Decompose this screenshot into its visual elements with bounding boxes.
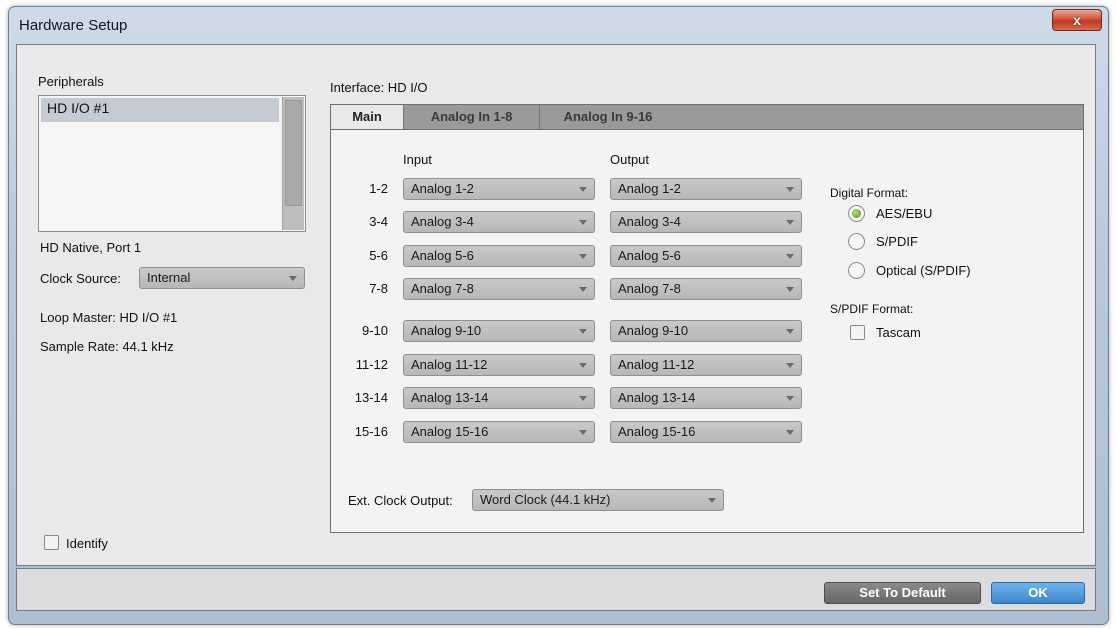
window-title: Hardware Setup bbox=[19, 17, 128, 34]
input-select[interactable]: Analog 7-8 bbox=[403, 278, 595, 300]
tascam-checkbox[interactable] bbox=[850, 325, 865, 340]
ok-button[interactable]: OK bbox=[991, 582, 1085, 604]
radio-spdif[interactable] bbox=[848, 233, 865, 250]
chevron-down-icon bbox=[579, 396, 587, 401]
output-select-value: Analog 5-6 bbox=[618, 248, 681, 263]
loop-master-text: Loop Master: HD I/O #1 bbox=[40, 310, 178, 325]
chevron-down-icon bbox=[579, 430, 587, 435]
radio-optical-spdif[interactable] bbox=[848, 262, 865, 279]
tab-main[interactable]: Main bbox=[331, 105, 404, 131]
interface-label: Interface: HD I/O bbox=[330, 80, 428, 95]
port-label: HD Native, Port 1 bbox=[40, 240, 142, 255]
identify-label: Identify bbox=[66, 536, 108, 551]
channel-pair-label: 9-10 bbox=[361, 323, 388, 338]
chevron-down-icon bbox=[786, 396, 794, 401]
clock-source-label: Clock Source: bbox=[40, 271, 121, 286]
input-select-value: Analog 1-2 bbox=[411, 181, 474, 196]
input-select-value: Analog 3-4 bbox=[411, 214, 474, 229]
input-select[interactable]: Analog 15-16 bbox=[403, 421, 595, 443]
input-select[interactable]: Analog 3-4 bbox=[403, 211, 595, 233]
set-to-default-button[interactable]: Set To Default bbox=[824, 582, 981, 604]
ext-clock-label: Ext. Clock Output: bbox=[348, 493, 453, 508]
output-select-value: Analog 9-10 bbox=[618, 323, 689, 338]
input-select[interactable]: Analog 9-10 bbox=[403, 320, 595, 342]
chevron-down-icon bbox=[579, 287, 587, 292]
ext-clock-select[interactable]: Word Clock (44.1 kHz) bbox=[472, 489, 724, 511]
clock-source-select[interactable]: Internal bbox=[139, 267, 305, 289]
peripherals-label: Peripherals bbox=[38, 74, 104, 89]
chevron-down-icon bbox=[708, 498, 716, 503]
spdif-format-heading: S/PDIF Format: bbox=[830, 302, 914, 316]
ext-clock-value: Word Clock (44.1 kHz) bbox=[480, 492, 611, 507]
close-button[interactable]: x bbox=[1052, 9, 1102, 31]
input-select-value: Analog 7-8 bbox=[411, 281, 474, 296]
optical-spdif-label: Optical (S/PDIF) bbox=[876, 263, 971, 278]
channel-pair-label: 13-14 bbox=[354, 390, 388, 405]
scrollbar-thumb[interactable] bbox=[285, 100, 302, 206]
chevron-down-icon bbox=[579, 363, 587, 368]
input-select[interactable]: Analog 5-6 bbox=[403, 245, 595, 267]
title-bar[interactable]: Hardware Setup x bbox=[9, 7, 1108, 43]
input-select[interactable]: Analog 11-12 bbox=[403, 354, 595, 376]
output-select-value: Analog 13-14 bbox=[618, 390, 696, 405]
chevron-down-icon bbox=[786, 187, 794, 192]
input-select[interactable]: Analog 1-2 bbox=[403, 178, 595, 200]
output-select[interactable]: Analog 3-4 bbox=[610, 211, 802, 233]
chevron-down-icon bbox=[579, 254, 587, 259]
input-select-value: Analog 15-16 bbox=[411, 424, 489, 439]
output-column-header: Output bbox=[610, 152, 650, 167]
input-column-header: Input bbox=[403, 152, 432, 167]
output-select[interactable]: Analog 7-8 bbox=[610, 278, 802, 300]
output-select[interactable]: Analog 11-12 bbox=[610, 354, 802, 376]
channel-pair-label: 5-6 bbox=[369, 248, 388, 263]
channel-pair-label: 3-4 bbox=[369, 214, 388, 229]
chevron-down-icon bbox=[579, 187, 587, 192]
output-select-value: Analog 7-8 bbox=[618, 281, 681, 296]
chevron-down-icon bbox=[786, 430, 794, 435]
clock-source-value: Internal bbox=[147, 270, 191, 285]
channel-pair-label: 15-16 bbox=[354, 424, 388, 439]
output-select-value: Analog 11-12 bbox=[618, 357, 695, 372]
peripherals-list[interactable]: HD I/O #1 bbox=[38, 95, 306, 232]
output-select[interactable]: Analog 5-6 bbox=[610, 245, 802, 267]
peripherals-item-hd-io-1[interactable]: HD I/O #1 bbox=[41, 98, 279, 122]
chevron-down-icon bbox=[786, 220, 794, 225]
output-select[interactable]: Analog 9-10 bbox=[610, 320, 802, 342]
output-select-value: Analog 15-16 bbox=[618, 424, 696, 439]
digital-format-heading: Digital Format: bbox=[830, 186, 909, 200]
spdif-label: S/PDIF bbox=[876, 234, 918, 249]
identify-checkbox[interactable] bbox=[44, 535, 59, 550]
tab-analog-in-9-16[interactable]: Analog In 9-16 bbox=[540, 105, 676, 130]
channel-pair-label: 7-8 bbox=[369, 281, 388, 296]
chevron-down-icon bbox=[786, 287, 794, 292]
chevron-down-icon bbox=[786, 254, 794, 259]
output-select-value: Analog 3-4 bbox=[618, 214, 681, 229]
channel-pair-label: 1-2 bbox=[369, 181, 388, 196]
input-select-value: Analog 5-6 bbox=[411, 248, 474, 263]
output-select[interactable]: Analog 1-2 bbox=[610, 178, 802, 200]
output-select[interactable]: Analog 13-14 bbox=[610, 387, 802, 409]
input-select-value: Analog 9-10 bbox=[411, 323, 482, 338]
input-select-value: Analog 13-14 bbox=[411, 390, 489, 405]
input-select[interactable]: Analog 13-14 bbox=[403, 387, 595, 409]
channel-pair-label: 11-12 bbox=[355, 357, 388, 372]
tabs-bar: Main Analog In 1-8 Analog In 9-16 bbox=[330, 104, 1084, 131]
output-select-value: Analog 1-2 bbox=[618, 181, 681, 196]
chevron-down-icon bbox=[579, 220, 587, 225]
aes-ebu-label: AES/EBU bbox=[876, 206, 933, 221]
chevron-down-icon bbox=[786, 363, 794, 368]
chevron-down-icon bbox=[289, 276, 297, 281]
tascam-label: Tascam bbox=[876, 325, 921, 340]
sample-rate-text: Sample Rate: 44.1 kHz bbox=[40, 339, 174, 354]
radio-aes-ebu[interactable] bbox=[848, 205, 865, 222]
input-select-value: Analog 11-12 bbox=[411, 357, 488, 372]
output-select[interactable]: Analog 15-16 bbox=[610, 421, 802, 443]
chevron-down-icon bbox=[786, 329, 794, 334]
peripherals-scrollbar[interactable] bbox=[282, 97, 304, 230]
chevron-down-icon bbox=[579, 329, 587, 334]
tab-analog-in-1-8[interactable]: Analog In 1-8 bbox=[404, 105, 540, 130]
